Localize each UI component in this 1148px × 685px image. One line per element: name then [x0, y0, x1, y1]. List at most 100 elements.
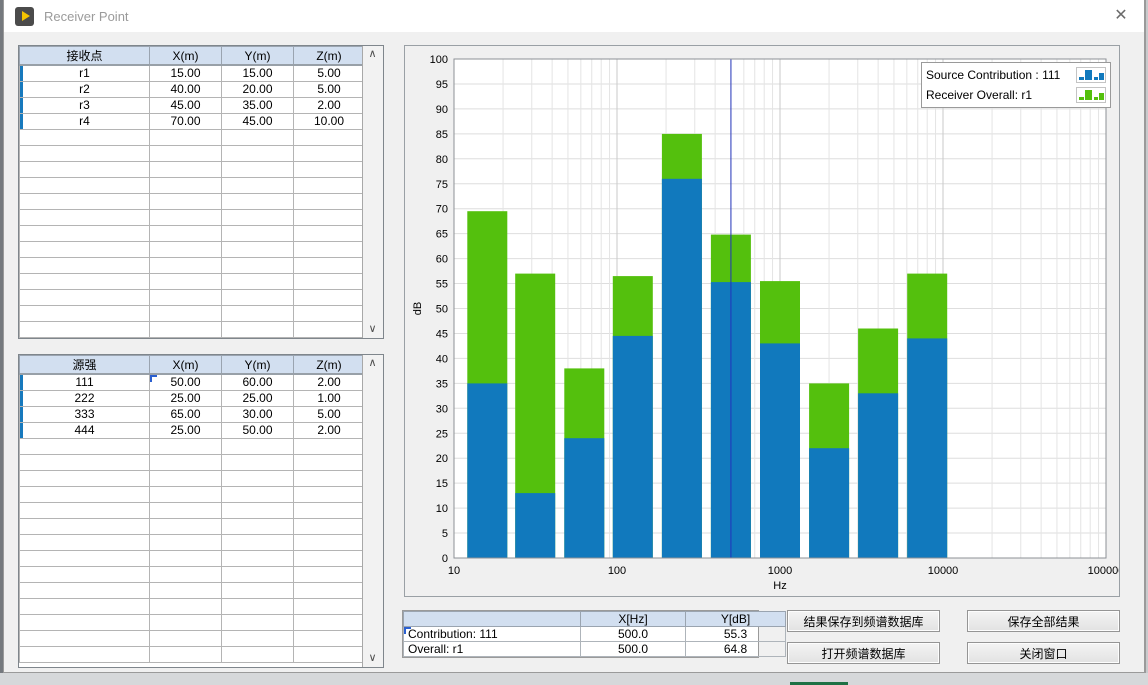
table-cell[interactable]	[20, 177, 150, 193]
table-cell[interactable]: 5.00	[294, 65, 364, 81]
table-cell[interactable]	[294, 518, 364, 534]
table-cell[interactable]	[150, 646, 222, 662]
table-cell[interactable]	[294, 470, 364, 486]
table-cell[interactable]	[222, 273, 294, 289]
table-cell[interactable]	[150, 454, 222, 470]
table-cell[interactable]	[222, 534, 294, 550]
table-row[interactable]	[20, 305, 364, 321]
table-cell[interactable]	[222, 582, 294, 598]
table-cell[interactable]	[150, 470, 222, 486]
table-cell[interactable]: 45.00	[150, 97, 222, 113]
table-cell[interactable]	[150, 486, 222, 502]
table-cell[interactable]: 5.00	[294, 406, 364, 422]
table-row[interactable]	[20, 225, 364, 241]
table-cell[interactable]	[294, 225, 364, 241]
table-cell[interactable]: 1.00	[294, 390, 364, 406]
table-cell[interactable]	[20, 129, 150, 145]
table-row[interactable]	[20, 470, 364, 486]
table-row[interactable]	[20, 161, 364, 177]
table-cell[interactable]	[20, 193, 150, 209]
table-row[interactable]	[20, 257, 364, 273]
table-cell[interactable]	[222, 241, 294, 257]
table-cell[interactable]: r1	[20, 65, 150, 81]
table-cell[interactable]	[294, 614, 364, 630]
table-cell[interactable]	[150, 518, 222, 534]
table-cell[interactable]: 15.00	[150, 65, 222, 81]
table-cell[interactable]	[20, 438, 150, 454]
table-cell[interactable]: 2.00	[294, 422, 364, 438]
table-cell[interactable]: 25.00	[150, 422, 222, 438]
table-cell[interactable]	[20, 225, 150, 241]
table-cell[interactable]: 2.00	[294, 97, 364, 113]
table-cell[interactable]	[20, 454, 150, 470]
table-cell[interactable]	[294, 129, 364, 145]
table-cell[interactable]	[20, 289, 150, 305]
table-row[interactable]: 33365.0030.005.00	[20, 406, 364, 422]
table-cell[interactable]	[150, 257, 222, 273]
table-row[interactable]	[20, 454, 364, 470]
spectrum-chart[interactable]: 0510152025303540455055606570758085909510…	[405, 46, 1119, 596]
table-cell[interactable]	[150, 225, 222, 241]
table-row[interactable]: 44425.0050.002.00	[20, 422, 364, 438]
table-cell[interactable]	[150, 598, 222, 614]
table-cell[interactable]	[150, 502, 222, 518]
table-cell[interactable]: 30.00	[222, 406, 294, 422]
table-cell[interactable]: 50.00	[222, 422, 294, 438]
close-window-button[interactable]: 关闭窗口	[967, 642, 1120, 664]
table-cell[interactable]: r4	[20, 113, 150, 129]
table-cell[interactable]	[294, 177, 364, 193]
table-cell[interactable]	[294, 454, 364, 470]
table-row[interactable]	[20, 145, 364, 161]
table-cell[interactable]	[20, 241, 150, 257]
table-cell[interactable]	[150, 209, 222, 225]
table-cell[interactable]	[294, 566, 364, 582]
table-cell[interactable]	[150, 630, 222, 646]
table-cell[interactable]: r2	[20, 81, 150, 97]
table-row[interactable]: r240.0020.005.00	[20, 81, 364, 97]
table-row[interactable]: r470.0045.0010.00	[20, 113, 364, 129]
table-cell[interactable]	[294, 193, 364, 209]
table-row[interactable]: Contribution: 111500.055.3	[404, 627, 786, 642]
table-cell[interactable]	[222, 145, 294, 161]
table-cell[interactable]: 70.00	[150, 113, 222, 129]
table-cell[interactable]	[222, 598, 294, 614]
table-cell[interactable]: 40.00	[150, 81, 222, 97]
table-cell[interactable]	[294, 145, 364, 161]
table-cell[interactable]: 50.00	[150, 374, 222, 390]
table-row[interactable]	[20, 614, 364, 630]
table-cell[interactable]	[294, 502, 364, 518]
table-cell[interactable]	[20, 257, 150, 273]
table-row[interactable]	[20, 177, 364, 193]
table-cell[interactable]	[20, 550, 150, 566]
table-cell[interactable]	[150, 273, 222, 289]
table-cell[interactable]: 55.3	[686, 627, 786, 642]
table-row[interactable]: 11150.0060.002.00	[20, 374, 364, 390]
table-row[interactable]	[20, 129, 364, 145]
table-cell[interactable]	[294, 289, 364, 305]
table-cell[interactable]	[222, 518, 294, 534]
table-row[interactable]: Overall: r1500.064.8	[404, 642, 786, 657]
table-cell[interactable]	[222, 193, 294, 209]
table-cell[interactable]	[20, 518, 150, 534]
table-row[interactable]	[20, 646, 364, 662]
table-cell[interactable]: 111	[20, 374, 150, 390]
table-cell[interactable]	[20, 486, 150, 502]
scroll-down-icon[interactable]: ∨	[363, 650, 382, 667]
table-cell[interactable]	[20, 502, 150, 518]
table-cell[interactable]	[222, 305, 294, 321]
table-cell[interactable]	[150, 145, 222, 161]
table-cell[interactable]: r3	[20, 97, 150, 113]
table-cell[interactable]	[150, 177, 222, 193]
table-cell[interactable]	[20, 646, 150, 662]
table-cell[interactable]: 2.00	[294, 374, 364, 390]
table-cell[interactable]	[20, 470, 150, 486]
table-cell[interactable]: 65.00	[150, 406, 222, 422]
table-row[interactable]	[20, 486, 364, 502]
table-cell[interactable]	[294, 550, 364, 566]
table-cell[interactable]	[294, 486, 364, 502]
table-cell[interactable]	[20, 598, 150, 614]
table-cell[interactable]	[294, 321, 364, 337]
table-cell[interactable]	[20, 273, 150, 289]
table-row[interactable]	[20, 582, 364, 598]
table-cell[interactable]: 60.00	[222, 374, 294, 390]
